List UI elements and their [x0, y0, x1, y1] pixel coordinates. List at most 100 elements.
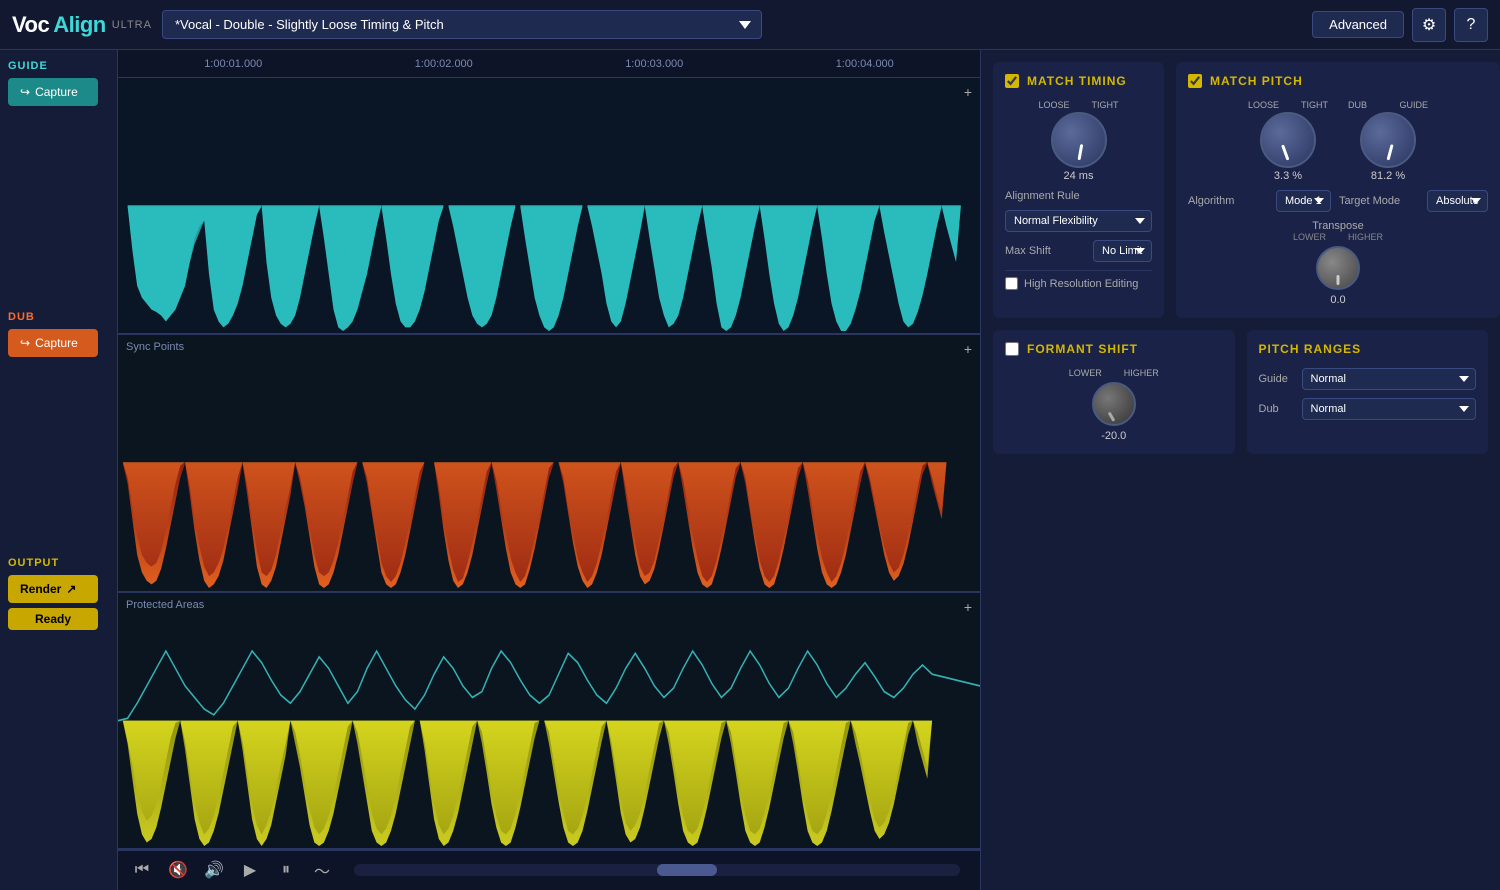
- logo-align: Align: [53, 12, 106, 38]
- formant-higher-label: HIGHER: [1124, 368, 1159, 378]
- formant-lower-label: LOWER: [1069, 368, 1102, 378]
- max-shift-row: Max Shift No Limit: [1005, 240, 1152, 262]
- transport-bar: ⏮ 🔇 🔊 ▶ ⏸ 〜: [118, 850, 980, 890]
- output-label: OUTPUT: [8, 557, 59, 569]
- guide-pitch-range-row: Guide Normal: [1259, 368, 1477, 390]
- match-timing-section: MATCH TIMING LOOSE TIGHT 24 ms: [993, 62, 1164, 318]
- algorithm-label: Algorithm: [1188, 195, 1268, 207]
- output-section: OUTPUT Render ↗ Ready: [8, 557, 109, 630]
- alignment-rule-select[interactable]: Normal Flexibility: [1005, 210, 1152, 232]
- logo-voc: Voc: [12, 12, 49, 38]
- waveform-button[interactable]: 〜: [308, 856, 336, 884]
- dub-capture-label: Capture: [35, 336, 78, 350]
- match-timing-checkbox[interactable]: [1005, 74, 1019, 88]
- capture-dub-icon: ↪: [20, 336, 30, 350]
- capture-icon: ↪: [20, 85, 30, 99]
- volume-button[interactable]: 🔊: [200, 856, 228, 884]
- formant-shift-header: FORMANT SHIFT: [1005, 342, 1223, 356]
- advanced-button[interactable]: Advanced: [1312, 11, 1404, 38]
- app-logo: VocAlign ULTRA: [12, 12, 152, 38]
- render-label: Render: [20, 582, 61, 596]
- formant-shift-checkbox[interactable]: [1005, 342, 1019, 356]
- right-panel: MATCH TIMING LOOSE TIGHT 24 ms: [980, 50, 1500, 890]
- timing-max-diff-knob[interactable]: [1051, 112, 1107, 168]
- guide-capture-label: Capture: [35, 85, 78, 99]
- preset-dropdown[interactable]: *Vocal - Double - Slightly Loose Timing …: [162, 10, 762, 39]
- protected-areas-label: Protected Areas: [126, 599, 204, 611]
- pitch-max-diff-knob[interactable]: [1260, 112, 1316, 168]
- scroll-thumb[interactable]: [657, 864, 717, 876]
- app-header: VocAlign ULTRA *Vocal - Double - Slightl…: [0, 0, 1500, 50]
- dub-pitch-label: Dub: [1259, 403, 1294, 415]
- match-pitch-checkbox[interactable]: [1188, 74, 1202, 88]
- transpose-value: 0.0: [1188, 294, 1488, 306]
- formant-knob-labels: LOWER HIGHER: [1069, 368, 1159, 378]
- time-mark-2: 1:00:02.000: [415, 58, 473, 70]
- timing-loose-label: LOOSE: [1039, 100, 1070, 110]
- transpose-lower-label: LOWER: [1293, 232, 1326, 242]
- alignment-rule-label: Alignment Rule: [1005, 190, 1085, 202]
- transpose-label: Transpose: [1188, 220, 1488, 232]
- guide-expand-icon[interactable]: +: [964, 84, 972, 100]
- pitch-target-knob[interactable]: [1360, 112, 1416, 168]
- logo-ultra: ULTRA: [112, 19, 152, 31]
- alignment-rule-row: Alignment Rule: [1005, 190, 1152, 202]
- waveform-area: 1:00:01.000 1:00:02.000 1:00:03.000 1:00…: [118, 50, 980, 890]
- time-mark-1: 1:00:01.000: [204, 58, 262, 70]
- help-button[interactable]: ?: [1454, 8, 1488, 42]
- main-content: GUIDE ↪ Capture DUB ↪ Capture OUTPUT Ren…: [0, 50, 1500, 890]
- dub-waveform: [118, 335, 980, 590]
- dub-section: DUB ↪ Capture: [8, 311, 109, 357]
- guide-track[interactable]: +: [118, 78, 980, 335]
- dub-track[interactable]: Sync Points +: [118, 335, 980, 592]
- pitch-ranges-content: Guide Normal Dub Normal: [1259, 368, 1477, 420]
- settings-button[interactable]: ⚙: [1412, 8, 1446, 42]
- transpose-knob[interactable]: [1316, 246, 1360, 290]
- match-pitch-title: MATCH PITCH: [1210, 74, 1303, 88]
- rewind-button[interactable]: ⏮: [128, 856, 156, 884]
- formant-knob[interactable]: [1092, 382, 1136, 426]
- pitch-ranges-header: PITCH RANGES: [1259, 342, 1477, 356]
- match-timing-title: MATCH TIMING: [1027, 74, 1127, 88]
- render-button[interactable]: Render ↗: [8, 575, 98, 603]
- play-button[interactable]: ▶: [236, 856, 264, 884]
- guide-label: GUIDE: [8, 60, 48, 72]
- guide-pitch-select[interactable]: Normal: [1302, 368, 1477, 390]
- sync-points-label: Sync Points: [126, 341, 184, 353]
- pitch-dub-label: DUB: [1348, 100, 1367, 110]
- guide-waveform: [118, 78, 980, 333]
- time-mark-4: 1:00:04.000: [836, 58, 894, 70]
- formant-shift-title: FORMANT SHIFT: [1027, 342, 1138, 356]
- time-mark-3: 1:00:03.000: [625, 58, 683, 70]
- dub-expand-icon[interactable]: +: [964, 341, 972, 357]
- pitch-guide-label: GUIDE: [1399, 100, 1428, 110]
- pitch-tight-label: TIGHT: [1301, 100, 1328, 110]
- target-mode-select[interactable]: Absolute: [1427, 190, 1488, 212]
- match-pitch-section: MATCH PITCH LOOSE TIGHT 3.3 %: [1176, 62, 1500, 318]
- guide-pitch-label: Guide: [1259, 373, 1294, 385]
- pitch-max-diff-group: LOOSE TIGHT 3.3 %: [1248, 100, 1328, 182]
- max-shift-select[interactable]: No Limit: [1093, 240, 1152, 262]
- pitch-target-group: DUB GUIDE 81.2 %: [1348, 100, 1428, 182]
- guide-capture-button[interactable]: ↪ Capture: [8, 78, 98, 106]
- pitch-loose-label: LOOSE: [1248, 100, 1279, 110]
- dub-pitch-range-row: Dub Normal: [1259, 398, 1477, 420]
- output-expand-icon[interactable]: +: [964, 599, 972, 615]
- render-icon: ↗: [66, 582, 76, 596]
- timing-max-diff-group: LOOSE TIGHT 24 ms: [1039, 100, 1119, 182]
- dub-capture-button[interactable]: ↪ Capture: [8, 329, 98, 357]
- algorithm-select[interactable]: Mode 1: [1276, 190, 1331, 212]
- transpose-higher-label: HIGHER: [1348, 232, 1383, 242]
- output-track[interactable]: Protected Areas +: [118, 593, 980, 850]
- pause-button[interactable]: ⏸: [272, 856, 300, 884]
- timeline-ruler: 1:00:01.000 1:00:02.000 1:00:03.000 1:00…: [118, 50, 980, 78]
- mute-button[interactable]: 🔇: [164, 856, 192, 884]
- timing-knob-row: LOOSE TIGHT 24 ms: [1005, 100, 1152, 182]
- algorithm-row: Algorithm Mode 1 Target Mode Absolute: [1188, 190, 1488, 212]
- high-res-checkbox[interactable]: [1005, 277, 1018, 290]
- top-panels-row: MATCH TIMING LOOSE TIGHT 24 ms: [993, 62, 1488, 318]
- timing-tight-label: TIGHT: [1092, 100, 1119, 110]
- dub-pitch-select[interactable]: Normal: [1302, 398, 1477, 420]
- formant-shift-section: FORMANT SHIFT LOWER HIGHER -20.0: [993, 330, 1235, 454]
- scroll-track[interactable]: [354, 864, 960, 876]
